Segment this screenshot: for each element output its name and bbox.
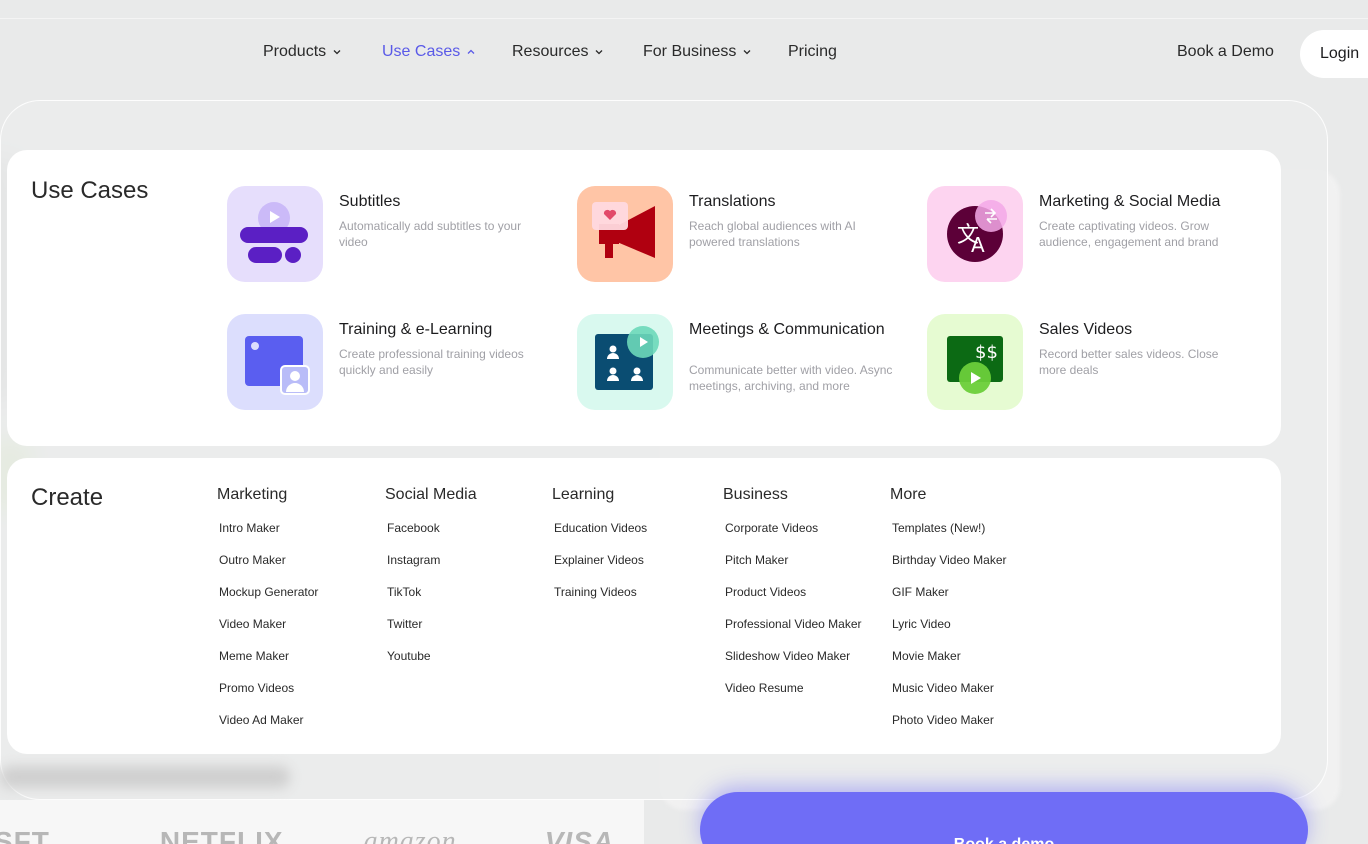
customer-logo-amazon: amazon [363,826,457,844]
create-column-social-media: Social Media Facebook Instagram TikTok T… [385,486,477,680]
column-heading: Business [723,486,788,503]
top-nav: Products Use Cases Resources For Busines… [0,30,1368,78]
use-cases-panel: Use Cases Subtitles Automatically add su… [7,150,1281,446]
use-case-name: Training & e-Learning [339,321,493,338]
create-column-learning: Learning Education Videos Explainer Vide… [552,486,647,616]
use-case-sales[interactable]: $$ Sales Videos Record better sales vide… [927,314,1257,410]
meeting-icon [577,314,673,410]
sales-icon: $$ [927,314,1023,410]
customer-logo-visa: VISA [544,826,615,844]
use-case-description: Create professional training videos quic… [339,347,524,377]
create-link-meme-maker[interactable]: Meme Maker [219,648,318,680]
chevron-up-icon [467,49,475,54]
create-link-facebook[interactable]: Facebook [387,520,477,552]
create-link-product-videos[interactable]: Product Videos [725,584,862,616]
create-link-birthday-video-maker[interactable]: Birthday Video Maker [892,552,1007,584]
create-panel: Create Marketing Intro Maker Outro Maker… [7,458,1281,754]
create-link-professional-video-maker[interactable]: Professional Video Maker [725,616,862,648]
create-link-outro-maker[interactable]: Outro Maker [219,552,318,584]
create-link-gif-maker[interactable]: GIF Maker [892,584,1007,616]
book-demo-cta-button[interactable]: Book a demo [700,792,1308,844]
create-link-instagram[interactable]: Instagram [387,552,477,584]
create-link-video-maker[interactable]: Video Maker [219,616,318,648]
create-link-video-resume[interactable]: Video Resume [725,680,862,712]
nav-label: For Business [643,43,737,60]
customer-logo-netflix: NETFLIX [159,826,284,844]
nav-label: Pricing [788,43,837,60]
create-link-youtube[interactable]: Youtube [387,648,477,680]
nav-products[interactable]: Products [263,43,342,61]
use-case-name: Sales Videos [1039,321,1133,338]
use-case-name: Subtitles [339,193,401,210]
use-case-name: Meetings & Communication [689,321,885,338]
use-case-name: Translations [689,193,776,210]
use-case-name: Marketing & Social Media [1039,193,1221,210]
megaphone-icon [577,186,673,282]
create-link-mockup-generator[interactable]: Mockup Generator [219,584,318,616]
use-case-translations[interactable]: Translations Reach global audiences with… [577,186,907,282]
create-link-music-video-maker[interactable]: Music Video Maker [892,680,1007,712]
svg-text:$$: $$ [975,342,998,363]
nav-for-business[interactable]: For Business [643,43,752,61]
chevron-down-icon [743,50,751,55]
book-demo-link[interactable]: Book a Demo [1177,43,1274,61]
nav-label: Products [263,43,327,60]
svg-text:A: A [971,233,985,257]
create-title: Create [31,484,104,511]
create-link-pitch-maker[interactable]: Pitch Maker [725,552,862,584]
nav-label: Use Cases [382,43,461,60]
create-link-education-videos[interactable]: Education Videos [554,520,647,552]
create-link-intro-maker[interactable]: Intro Maker [219,520,318,552]
create-link-tiktok[interactable]: TikTok [387,584,477,616]
use-case-description: Reach global audiences with AI powered t… [689,219,856,249]
use-cases-title: Use Cases [31,177,149,204]
create-link-promo-videos[interactable]: Promo Videos [219,680,318,712]
create-column-more: More Templates (New!) Birthday Video Mak… [890,486,1007,744]
use-case-meetings[interactable]: Meetings & Communication Communicate bet… [577,314,907,410]
column-heading: Marketing [217,486,288,503]
chevron-down-icon [596,50,603,55]
create-link-video-ad-maker[interactable]: Video Ad Maker [219,712,318,744]
chevron-down-icon [333,50,341,55]
create-link-photo-video-maker[interactable]: Photo Video Maker [892,712,1007,744]
use-case-description: Automatically add subtitles to your vide… [339,219,522,249]
column-heading: More [890,486,927,503]
create-link-lyric-video[interactable]: Lyric Video [892,616,1007,648]
create-link-explainer-videos[interactable]: Explainer Videos [554,552,647,584]
create-link-slideshow-video-maker[interactable]: Slideshow Video Maker [725,648,862,680]
translate-icon: 文 A [927,186,1023,282]
create-link-movie-maker[interactable]: Movie Maker [892,648,1007,680]
use-case-description: Record better sales videos. Close more d… [1039,347,1219,377]
create-column-marketing: Marketing Intro Maker Outro Maker Mockup… [217,486,318,744]
login-button[interactable]: Login [1300,30,1368,78]
use-case-training[interactable]: Training & e-Learning Create professiona… [227,314,557,410]
background-text-blur [0,766,290,788]
create-link-templates[interactable]: Templates (New!) [892,520,1007,552]
use-case-description: Create captivating videos. Grow audience… [1039,219,1219,249]
subtitles-icon [227,186,323,282]
nav-pricing[interactable]: Pricing [788,43,837,61]
create-link-twitter[interactable]: Twitter [387,616,477,648]
nav-use-cases[interactable]: Use Cases [382,43,476,61]
create-link-corporate-videos[interactable]: Corporate Videos [725,520,862,552]
create-column-business: Business Corporate Videos Pitch Maker Pr… [723,486,862,712]
create-link-training-videos[interactable]: Training Videos [554,584,647,616]
presentation-icon [227,314,323,410]
column-heading: Learning [552,486,615,503]
use-case-subtitles[interactable]: Subtitles Automatically add subtitles to… [227,186,557,282]
column-heading: Social Media [385,486,477,503]
nav-label: Resources [512,43,589,60]
use-case-description: Communicate better with video. Async mee… [689,363,893,393]
customer-logos: SFT NETFLIX amazon VISA [0,826,614,844]
nav-resources[interactable]: Resources [512,43,604,61]
use-case-marketing-social[interactable]: 文 A Marketing & Social Media Create capt… [927,186,1257,282]
background-divider [0,18,1368,19]
customer-logo: SFT [0,826,50,844]
